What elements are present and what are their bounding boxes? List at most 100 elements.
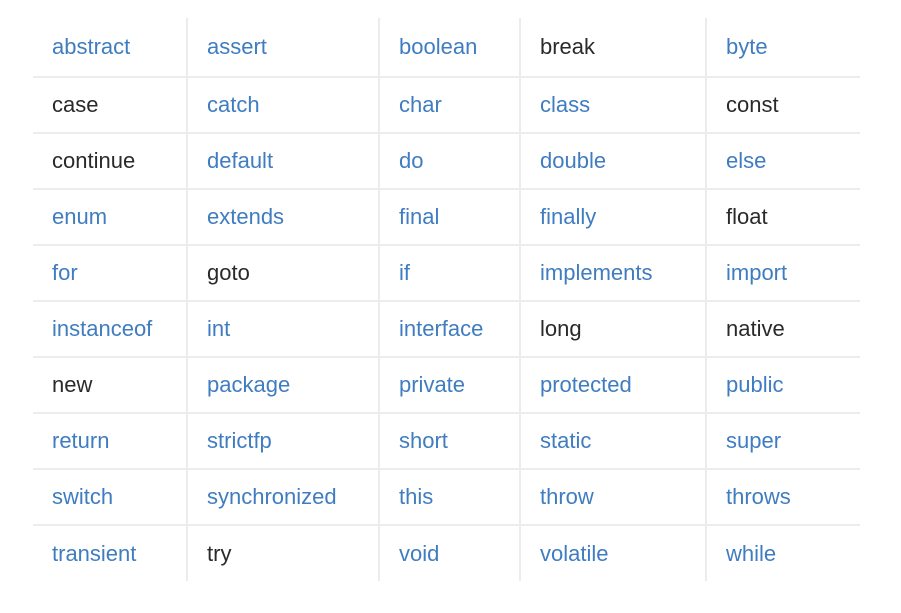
table-cell: float <box>706 189 860 246</box>
keyword-link[interactable]: double <box>540 148 606 173</box>
table-row: new package private protected public <box>33 357 860 414</box>
keyword-link[interactable]: default <box>207 148 273 173</box>
java-keywords-table: abstract assert boolean break byte case catch c… <box>33 18 860 581</box>
keyword-text: goto <box>207 260 250 285</box>
table-cell: if <box>379 245 521 302</box>
table-cell: static <box>520 413 707 470</box>
table-cell: else <box>706 133 860 190</box>
keyword-link[interactable]: return <box>52 428 109 453</box>
table-cell: interface <box>379 301 521 358</box>
table-cell: switch <box>33 469 188 526</box>
keywords-table-body: abstract assert boolean break byte case catch c… <box>33 18 860 581</box>
table-cell: int <box>187 301 380 358</box>
keyword-link[interactable]: instanceof <box>52 316 152 341</box>
table-cell: public <box>706 357 860 414</box>
keyword-link[interactable]: if <box>399 260 410 285</box>
keyword-link[interactable]: super <box>726 428 781 453</box>
keyword-link[interactable]: implements <box>540 260 652 285</box>
keyword-link[interactable]: byte <box>726 34 768 59</box>
keyword-link[interactable]: public <box>726 372 783 397</box>
table-cell: return <box>33 413 188 470</box>
table-cell: assert <box>187 18 380 78</box>
table-cell: extends <box>187 189 380 246</box>
table-cell: implements <box>520 245 707 302</box>
keyword-link[interactable]: while <box>726 541 776 566</box>
keyword-link[interactable]: int <box>207 316 230 341</box>
keyword-link[interactable]: import <box>726 260 787 285</box>
keyword-link[interactable]: else <box>726 148 766 173</box>
keyword-link[interactable]: short <box>399 428 448 453</box>
table-cell: class <box>520 77 707 134</box>
keyword-link[interactable]: for <box>52 260 78 285</box>
table-row: return strictfp short static super <box>33 413 860 470</box>
keyword-text: native <box>726 316 785 341</box>
keyword-text: break <box>540 34 596 59</box>
keyword-text: float <box>726 204 768 229</box>
table-cell: catch <box>187 77 380 134</box>
keyword-link[interactable]: volatile <box>540 541 608 566</box>
table-cell: default <box>187 133 380 190</box>
keyword-link[interactable]: do <box>399 148 423 173</box>
keyword-link[interactable]: catch <box>207 92 260 117</box>
keyword-link[interactable]: synchronized <box>207 484 337 509</box>
keyword-link[interactable]: private <box>399 372 465 397</box>
keyword-link[interactable]: class <box>540 92 590 117</box>
keyword-link[interactable]: abstract <box>52 34 130 59</box>
keyword-link[interactable]: throws <box>726 484 791 509</box>
table-cell: import <box>706 245 860 302</box>
table-row: switch synchronized this throw throws <box>33 469 860 526</box>
keyword-link[interactable]: char <box>399 92 442 117</box>
table-cell: short <box>379 413 521 470</box>
table-cell: const <box>706 77 860 134</box>
table-cell: long <box>520 301 707 358</box>
table-cell: volatile <box>520 525 707 581</box>
table-cell: continue <box>33 133 188 190</box>
keyword-link[interactable]: transient <box>52 541 136 566</box>
keyword-link[interactable]: switch <box>52 484 113 509</box>
table-cell: instanceof <box>33 301 188 358</box>
table-cell: do <box>379 133 521 190</box>
table-cell: finally <box>520 189 707 246</box>
keyword-link[interactable]: package <box>207 372 290 397</box>
keyword-link[interactable]: strictfp <box>207 428 272 453</box>
keyword-text: continue <box>52 148 136 173</box>
keyword-link[interactable]: final <box>399 204 439 229</box>
table-cell: enum <box>33 189 188 246</box>
table-row: transient try void volatile while <box>33 525 860 581</box>
keyword-link[interactable]: this <box>399 484 433 509</box>
keyword-link[interactable]: void <box>399 541 439 566</box>
table-cell: boolean <box>379 18 521 78</box>
keyword-text: const <box>726 92 779 117</box>
table-cell: goto <box>187 245 380 302</box>
keyword-text: case <box>52 92 99 117</box>
table-row: case catch char class const <box>33 77 860 134</box>
table-row: enum extends final finally float <box>33 189 860 246</box>
table-row: for goto if implements import <box>33 245 860 302</box>
table-cell: while <box>706 525 860 581</box>
table-row: abstract assert boolean break byte <box>33 18 860 78</box>
keyword-link[interactable]: interface <box>399 316 483 341</box>
keyword-text: long <box>540 316 582 341</box>
keyword-link[interactable]: assert <box>207 34 267 59</box>
table-cell: break <box>520 18 707 78</box>
keyword-link[interactable]: protected <box>540 372 632 397</box>
table-cell: case <box>33 77 188 134</box>
keyword-link[interactable]: extends <box>207 204 284 229</box>
keyword-link[interactable]: finally <box>540 204 596 229</box>
table-cell: super <box>706 413 860 470</box>
table-cell: synchronized <box>187 469 380 526</box>
table-cell: private <box>379 357 521 414</box>
table-cell: new <box>33 357 188 414</box>
table-cell: try <box>187 525 380 581</box>
table-cell: protected <box>520 357 707 414</box>
keyword-link[interactable]: static <box>540 428 591 453</box>
table-cell: abstract <box>33 18 188 78</box>
table-cell: double <box>520 133 707 190</box>
keyword-link[interactable]: boolean <box>399 34 477 59</box>
table-cell: final <box>379 189 521 246</box>
keyword-link[interactable]: throw <box>540 484 594 509</box>
table-cell: transient <box>33 525 188 581</box>
table-cell: byte <box>706 18 860 78</box>
table-cell: package <box>187 357 380 414</box>
keyword-link[interactable]: enum <box>52 204 107 229</box>
